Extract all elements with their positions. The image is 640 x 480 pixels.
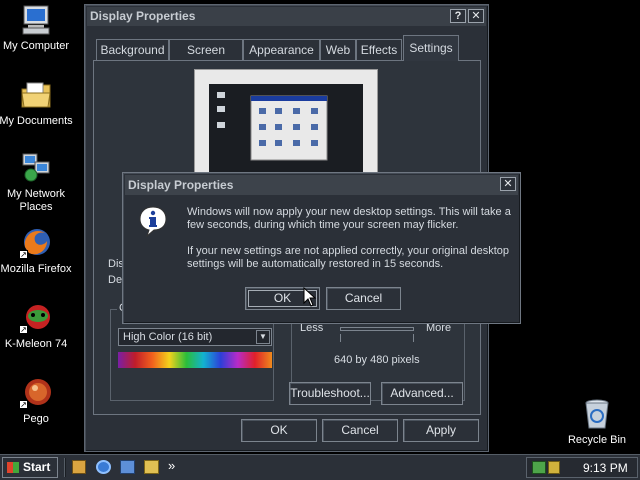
desktop-icon-label: My Documents [0, 115, 73, 127]
shortcut-arrow-icon: ↗ [19, 325, 28, 334]
k-meleon-icon: ↗ [19, 302, 53, 334]
color-quality-value: High Color (16 bit) [123, 331, 213, 343]
desktop-icon-pego[interactable]: ↗ Pego [0, 377, 74, 426]
shortcut-arrow-icon: ↗ [19, 250, 28, 259]
shortcut-arrow-icon: ↗ [19, 400, 28, 409]
desktop-icon-label: K-Meleon 74 [4, 338, 68, 350]
resolution-slider-ticks [340, 334, 414, 342]
desktop-icon-k-meleon[interactable]: ↗ K-Meleon 74 [0, 302, 74, 351]
info-icon [137, 205, 169, 238]
recycle-bin-icon [580, 398, 614, 430]
desktop-icon-label: Mozilla Firefox [0, 263, 72, 275]
close-button[interactable]: ✕ [468, 9, 484, 23]
mouse-cursor-icon [303, 287, 317, 307]
desktop-icon-my-network-places[interactable]: My Network Places [0, 152, 74, 214]
my-computer-icon [19, 4, 53, 36]
desktop-icon-my-documents[interactable]: My Documents [0, 79, 74, 128]
window-title-bar[interactable]: Display Properties ? ✕ [87, 7, 486, 26]
explorer-icon[interactable] [144, 460, 159, 474]
volume-tray-icon[interactable] [548, 461, 560, 474]
outlook-express-icon[interactable] [120, 460, 135, 474]
resolution-slider-track[interactable] [340, 327, 414, 331]
monitor-screen [209, 84, 363, 174]
monitor-preview [194, 69, 378, 184]
tab-appearance[interactable]: Appearance [243, 39, 320, 61]
advanced-button[interactable]: Advanced... [381, 382, 463, 405]
pego-icon: ↗ [19, 377, 53, 409]
ok-button[interactable]: OK [241, 419, 317, 442]
start-button[interactable]: Start [2, 457, 58, 478]
desktop-icon-my-computer[interactable]: My Computer [0, 4, 74, 53]
dialog-message-2: If your new settings are not applied cor… [187, 245, 510, 270]
dialog-title: Display Properties [128, 178, 234, 192]
color-spectrum-bar [118, 352, 272, 368]
desktop-icon-mozilla-firefox[interactable]: ↗ Mozilla Firefox [0, 227, 74, 276]
desktop-icon-label: Recycle Bin [567, 434, 627, 446]
start-label: Start [23, 460, 51, 474]
desktop-preview-image [217, 92, 328, 161]
quick-launch-chevron[interactable]: » [168, 458, 175, 473]
internet-explorer-icon[interactable] [96, 460, 111, 474]
system-tray: 9:13 PM [526, 457, 638, 478]
apply-button[interactable]: Apply [403, 419, 479, 442]
tab-settings[interactable]: Settings [403, 35, 459, 61]
network-places-icon [19, 152, 53, 184]
troubleshoot-button[interactable]: Troubleshoot... [289, 382, 371, 405]
color-quality-select[interactable]: High Color (16 bit) ▼ [118, 328, 272, 346]
cancel-button[interactable]: Cancel [322, 419, 398, 442]
dialog-close-button[interactable]: ✕ [500, 177, 516, 191]
chevron-down-icon[interactable]: ▼ [256, 330, 270, 344]
show-desktop-icon[interactable] [72, 460, 86, 474]
tab-screen-saver[interactable]: Screen Saver [169, 39, 243, 77]
desktop-icon-label: Pego [23, 413, 49, 425]
network-tray-icon[interactable] [532, 461, 546, 474]
desktop-icon-label: My Network Places [6, 188, 66, 213]
taskbar: Start » 9:13 PM [0, 454, 640, 480]
desktop-icon-label: My Computer [2, 40, 70, 52]
dialog-cancel-button[interactable]: Cancel [326, 287, 401, 310]
firefox-icon: ↗ [19, 227, 53, 259]
folder-documents-icon [19, 79, 53, 111]
tab-web[interactable]: Web [320, 39, 356, 61]
clock[interactable]: 9:13 PM [583, 461, 628, 475]
quick-launch-separator [64, 458, 66, 477]
dialog-message-1: Windows will now apply your new desktop … [187, 206, 511, 231]
windows-logo-icon [7, 462, 19, 473]
resolution-value: 640 by 480 pixels [334, 354, 420, 366]
window-title: Display Properties [90, 9, 196, 23]
help-button[interactable]: ? [450, 9, 466, 23]
desktop-icon-recycle-bin[interactable]: Recycle Bin [559, 398, 635, 447]
dialog-title-bar[interactable]: Display Properties ✕ [125, 175, 518, 195]
tab-effects[interactable]: Effects [356, 39, 402, 61]
tab-background[interactable]: Background [96, 39, 169, 61]
confirm-dialog: Display Properties ✕ Windows will now ap… [122, 172, 521, 324]
